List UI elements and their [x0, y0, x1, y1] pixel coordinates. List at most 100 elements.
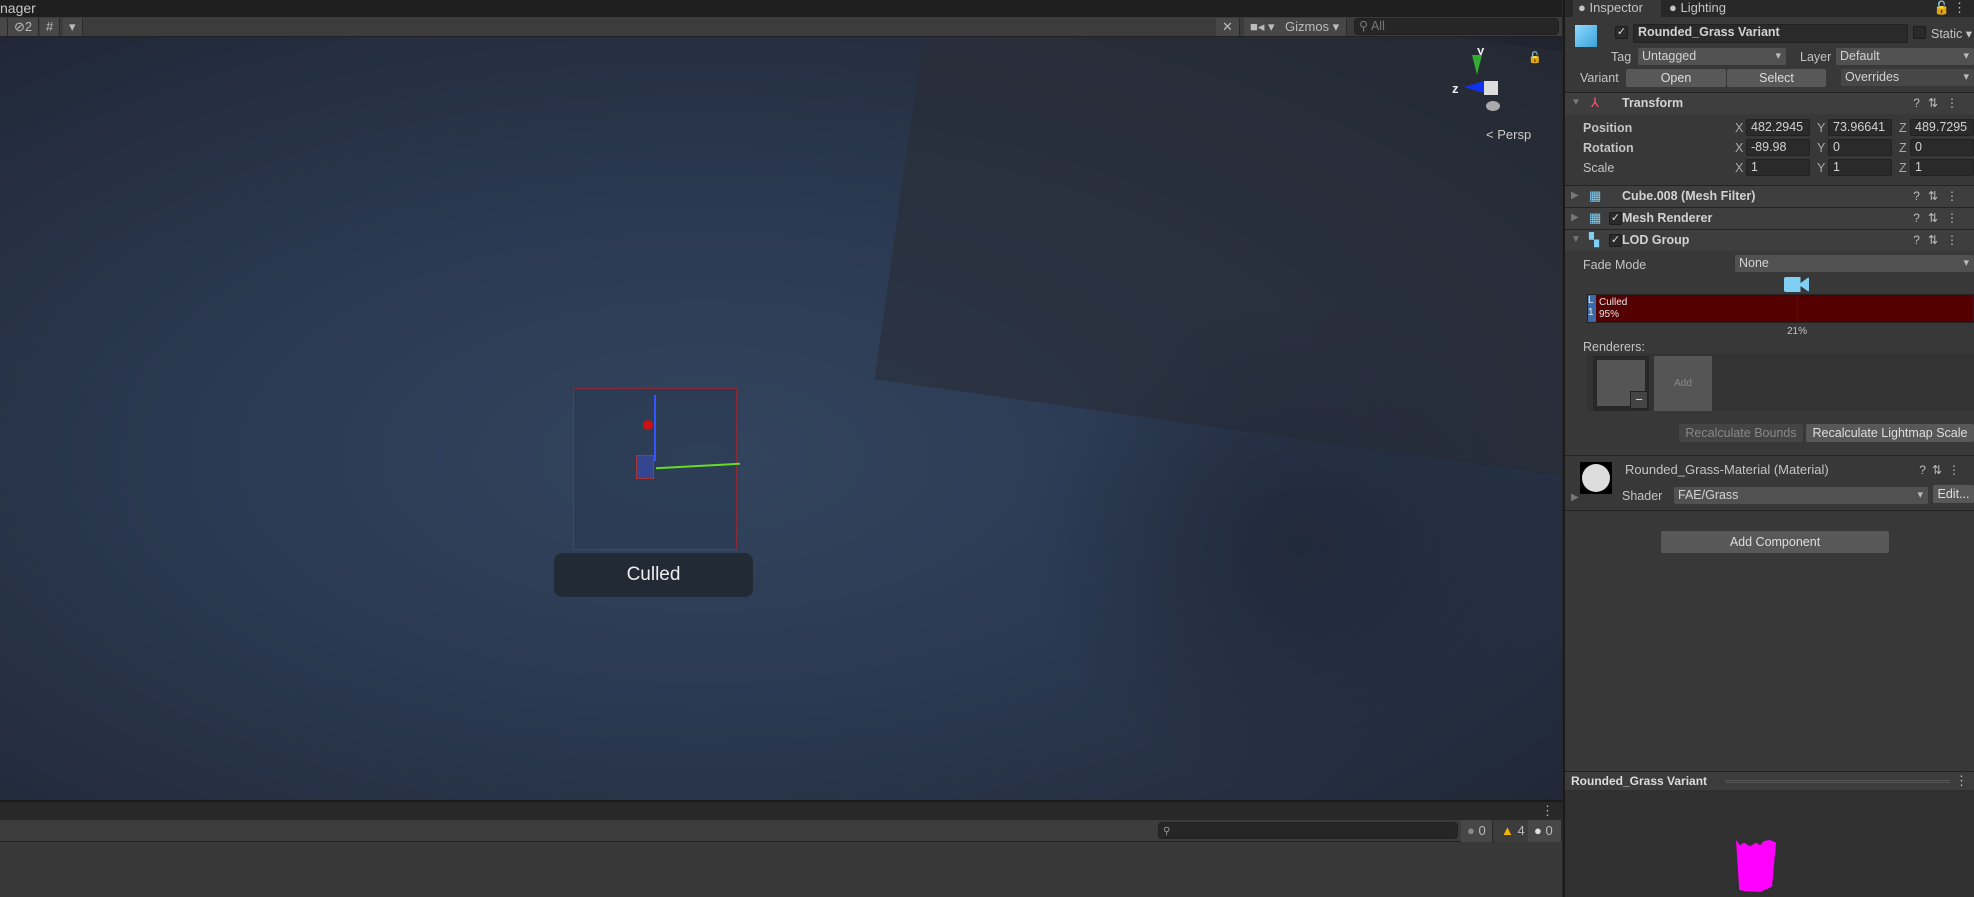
prefab-variant-icon[interactable] [1575, 25, 1597, 47]
edit-shader-button[interactable]: Edit... [1933, 485, 1974, 503]
recalculate-bounds-button[interactable]: Recalculate Bounds [1679, 424, 1803, 442]
grass-shadows [1030, 297, 1562, 797]
scale-x[interactable]: 1 [1746, 159, 1810, 176]
component-actions[interactable]: ?⇅⋮ [1913, 189, 1966, 203]
foldout-arrow-icon[interactable]: ▶ [1571, 190, 1579, 201]
material-preview[interactable] [1580, 462, 1612, 494]
plane-handle[interactable] [636, 455, 654, 479]
mesh-renderer-header[interactable]: ▶ ▦ ✓ Mesh Renderer ?⇅⋮ [1565, 207, 1974, 229]
grid-toggle[interactable]: # [40, 18, 61, 36]
rotation-x[interactable]: -89.98 [1746, 139, 1810, 156]
lod-group-icon: ▚ [1589, 232, 1599, 247]
static-checkbox[interactable] [1913, 26, 1926, 39]
camera-dropdown[interactable]: ■◂ ▾ [1244, 18, 1282, 36]
camera-position-marker [1797, 295, 1798, 322]
foldout-arrow-icon[interactable]: ▶ [1571, 212, 1579, 223]
active-checkbox[interactable]: ✓ [1615, 26, 1628, 39]
lod-group-header[interactable]: ▼ ▚ ✓ LOD Group ?⇅⋮ [1565, 229, 1974, 251]
renderers-list: − Add [1587, 353, 1974, 411]
fade-mode-dropdown[interactable]: None [1735, 255, 1974, 272]
tab-inspector[interactable]: ● Inspector [1573, 0, 1661, 17]
position-y[interactable]: 73.96641 [1828, 119, 1892, 136]
warning-filter[interactable]: ▲ 4 [1495, 820, 1532, 842]
error-icon: ● [1534, 823, 1542, 838]
shader-dropdown[interactable]: FAE/Grass [1674, 487, 1928, 504]
y-cone[interactable] [1472, 55, 1482, 75]
more-icon[interactable]: ⋮ [1955, 773, 1968, 789]
rotation-y[interactable]: 0 [1828, 139, 1892, 156]
z-cone[interactable] [1464, 81, 1484, 93]
toolbar-overflow[interactable] [0, 18, 8, 36]
transform-header[interactable]: ▼ ⅄ Transform ?⇅⋮ [1565, 92, 1974, 114]
static-dropdown[interactable]: Static ▾ [1931, 26, 1972, 41]
more-icon[interactable]: ⋮ [1953, 0, 1966, 16]
scene-toolbar: ⊘2 # ▾ ✕ ■◂ ▾ Gizmos ▾ ⚲ All [0, 17, 1562, 37]
tab-lighting[interactable]: ● Lighting [1669, 0, 1726, 15]
position-z[interactable]: 489.7295 [1910, 119, 1974, 136]
lock-icon[interactable]: 🔓 [1934, 0, 1950, 16]
grid-dropdown[interactable]: ▾ [63, 18, 83, 36]
projection-toggle[interactable]: < Persp [1486, 127, 1531, 142]
tools-icon: ✕ [1222, 19, 1233, 34]
lod0-segment[interactable]: L1 [1588, 295, 1596, 322]
position-label: Position [1583, 121, 1633, 135]
more-icon[interactable]: ⋮ [1541, 803, 1554, 819]
lock-icon[interactable]: 🔓 [1528, 51, 1542, 64]
scene-view[interactable]: Culled y z 🔓 < Persp [0, 37, 1562, 800]
window-title: nager [0, 0, 36, 16]
grass-preview-mesh [1736, 840, 1776, 892]
foldout-arrow-icon[interactable]: ▼ [1571, 234, 1581, 245]
component-actions[interactable]: ?⇅⋮ [1913, 233, 1966, 247]
component-actions[interactable]: ?⇅⋮ [1913, 211, 1966, 225]
select-button[interactable]: Select [1727, 69, 1826, 87]
component-actions[interactable]: ?⇅⋮ [1919, 463, 1966, 477]
console-panel: ⋮ ⚲ ● 0 ▲ 4 ● 0 [0, 800, 1562, 897]
info-filter[interactable]: ● 0 [1461, 820, 1493, 842]
scene-search-input[interactable]: ⚲ All [1354, 18, 1559, 35]
camera-icon: ■◂ ▾ [1250, 19, 1275, 34]
fade-mode-label: Fade Mode [1583, 258, 1647, 272]
neg-y-cone[interactable] [1486, 101, 1500, 111]
divider [1565, 510, 1974, 511]
culled-segment[interactable]: Culled 95% [1599, 297, 1627, 321]
culled-label: Culled [554, 553, 753, 597]
tag-dropdown[interactable]: Untagged [1638, 48, 1786, 65]
resize-handle[interactable] [1725, 780, 1950, 783]
rotation-z[interactable]: 0 [1910, 139, 1974, 156]
remove-renderer-button[interactable]: − [1630, 391, 1648, 409]
variant-label: Variant [1580, 71, 1619, 85]
foldout-arrow-icon[interactable]: ▶ [1571, 492, 1579, 503]
foldout-arrow-icon[interactable]: ▼ [1571, 97, 1581, 108]
tools-button[interactable]: ✕ [1216, 18, 1240, 36]
hidden-objects-toggle[interactable]: ⊘2 [8, 18, 40, 36]
mesh-filter-header[interactable]: ▶ ▦ Cube.008 (Mesh Filter) ?⇅⋮ [1565, 185, 1974, 207]
renderers-label: Renderers: [1583, 340, 1645, 354]
scale-z[interactable]: 1 [1910, 159, 1974, 176]
console-search-input[interactable]: ⚲ [1158, 822, 1458, 839]
lod-bar[interactable]: L1 Culled 95% [1587, 294, 1974, 323]
camera-slider-handle[interactable] [1784, 277, 1809, 292]
preview-title: Rounded_Grass Variant [1571, 774, 1708, 788]
gizmos-dropdown[interactable]: Gizmos ▾ [1279, 18, 1347, 36]
overrides-dropdown[interactable]: Overrides [1841, 69, 1974, 86]
component-actions[interactable]: ?⇅⋮ [1913, 96, 1966, 110]
search-icon: ⚲ [1163, 826, 1171, 837]
warning-icon: ▲ [1501, 823, 1514, 838]
gizmo-cube[interactable] [1484, 81, 1498, 95]
grid-icon: # [46, 19, 54, 34]
scale-y[interactable]: 1 [1828, 159, 1892, 176]
enabled-checkbox[interactable]: ✓ [1609, 212, 1622, 225]
layer-dropdown[interactable]: Default [1836, 48, 1974, 65]
preview-area[interactable] [1565, 790, 1974, 897]
object-name-input[interactable]: Rounded_Grass Variant [1633, 24, 1908, 43]
orientation-gizmo[interactable]: y z 🔓 [1452, 41, 1544, 121]
open-button[interactable]: Open [1626, 69, 1726, 87]
add-renderer-button[interactable]: Add [1654, 356, 1712, 411]
y-axis-handle[interactable] [654, 395, 656, 461]
add-component-button[interactable]: Add Component [1661, 531, 1889, 553]
enabled-checkbox[interactable]: ✓ [1609, 234, 1622, 247]
error-filter[interactable]: ● 0 [1528, 820, 1562, 842]
pivot-handle[interactable] [643, 420, 653, 430]
position-x[interactable]: 482.2945 [1746, 119, 1810, 136]
recalculate-lightmap-scale-button[interactable]: Recalculate Lightmap Scale [1806, 424, 1974, 442]
